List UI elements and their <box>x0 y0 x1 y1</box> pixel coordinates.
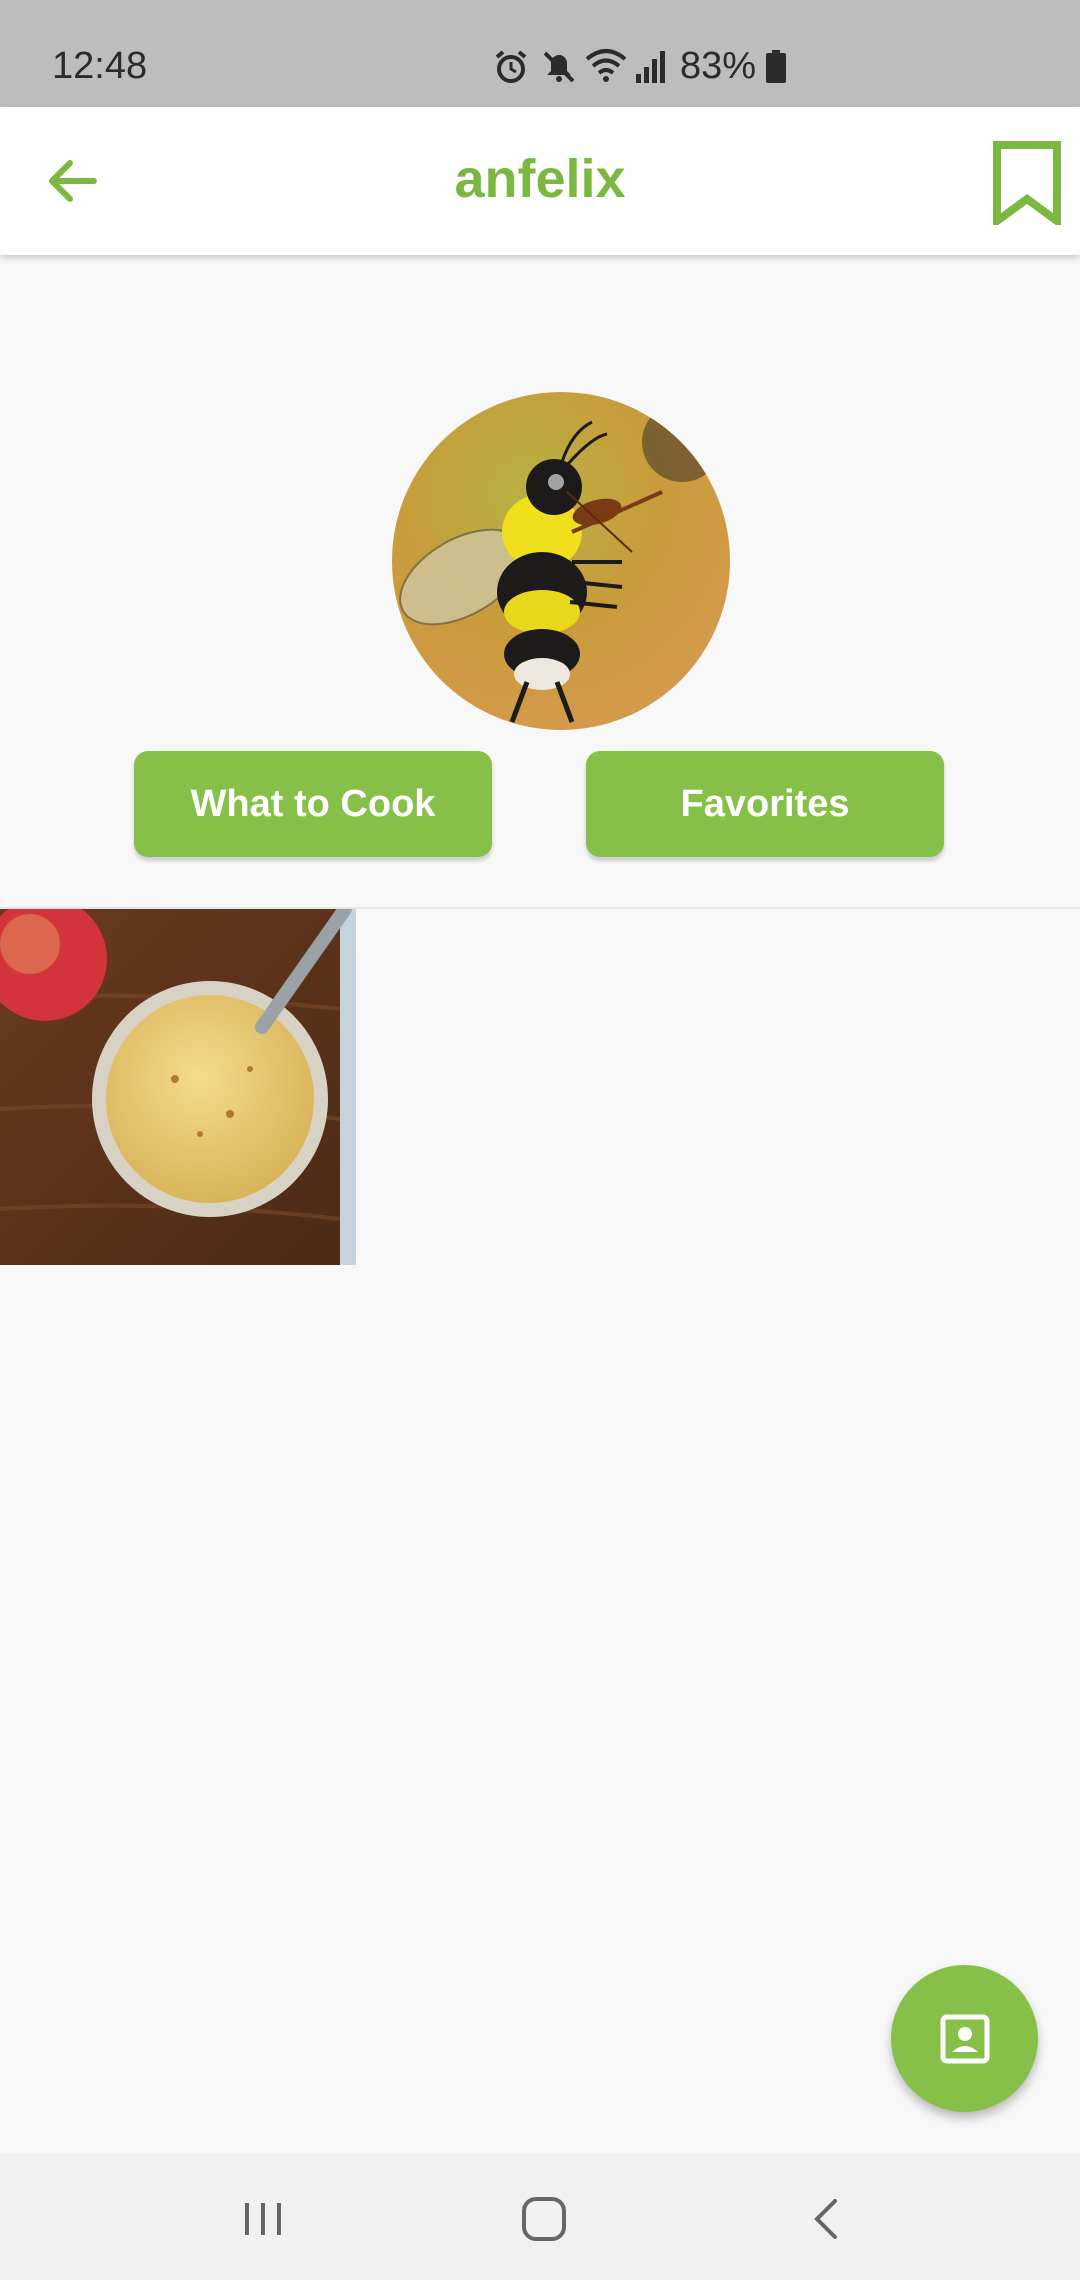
page-title: anfelix <box>454 149 626 209</box>
status-time: 12:48 <box>52 45 148 87</box>
mute-icon <box>543 51 575 83</box>
wifi-icon <box>585 49 627 82</box>
recent-apps-icon[interactable] <box>233 2189 293 2249</box>
battery-percent: 83% <box>680 45 757 87</box>
home-icon[interactable] <box>514 2189 574 2249</box>
contact-card-icon <box>940 2014 989 2063</box>
what-to-cook-button[interactable]: What to Cook <box>134 751 492 857</box>
back-icon[interactable] <box>797 2189 857 2249</box>
system-nav-bar <box>0 2153 1080 2280</box>
alarm-icon <box>495 50 527 83</box>
favorites-button[interactable]: Favorites <box>586 751 944 857</box>
profile-avatar <box>392 392 730 730</box>
signal-icon <box>636 51 665 83</box>
bee-violin-avatar <box>392 392 730 730</box>
app-bar: anfelix <box>0 107 1080 255</box>
bookmark-icon[interactable] <box>992 141 1062 225</box>
applesauce-photo <box>0 909 356 1265</box>
contact-fab-button[interactable] <box>891 1965 1038 2112</box>
recipe-thumbnail[interactable] <box>0 909 356 1265</box>
battery-icon <box>766 50 786 83</box>
status-bar: 12:48 83% <box>0 0 1080 107</box>
